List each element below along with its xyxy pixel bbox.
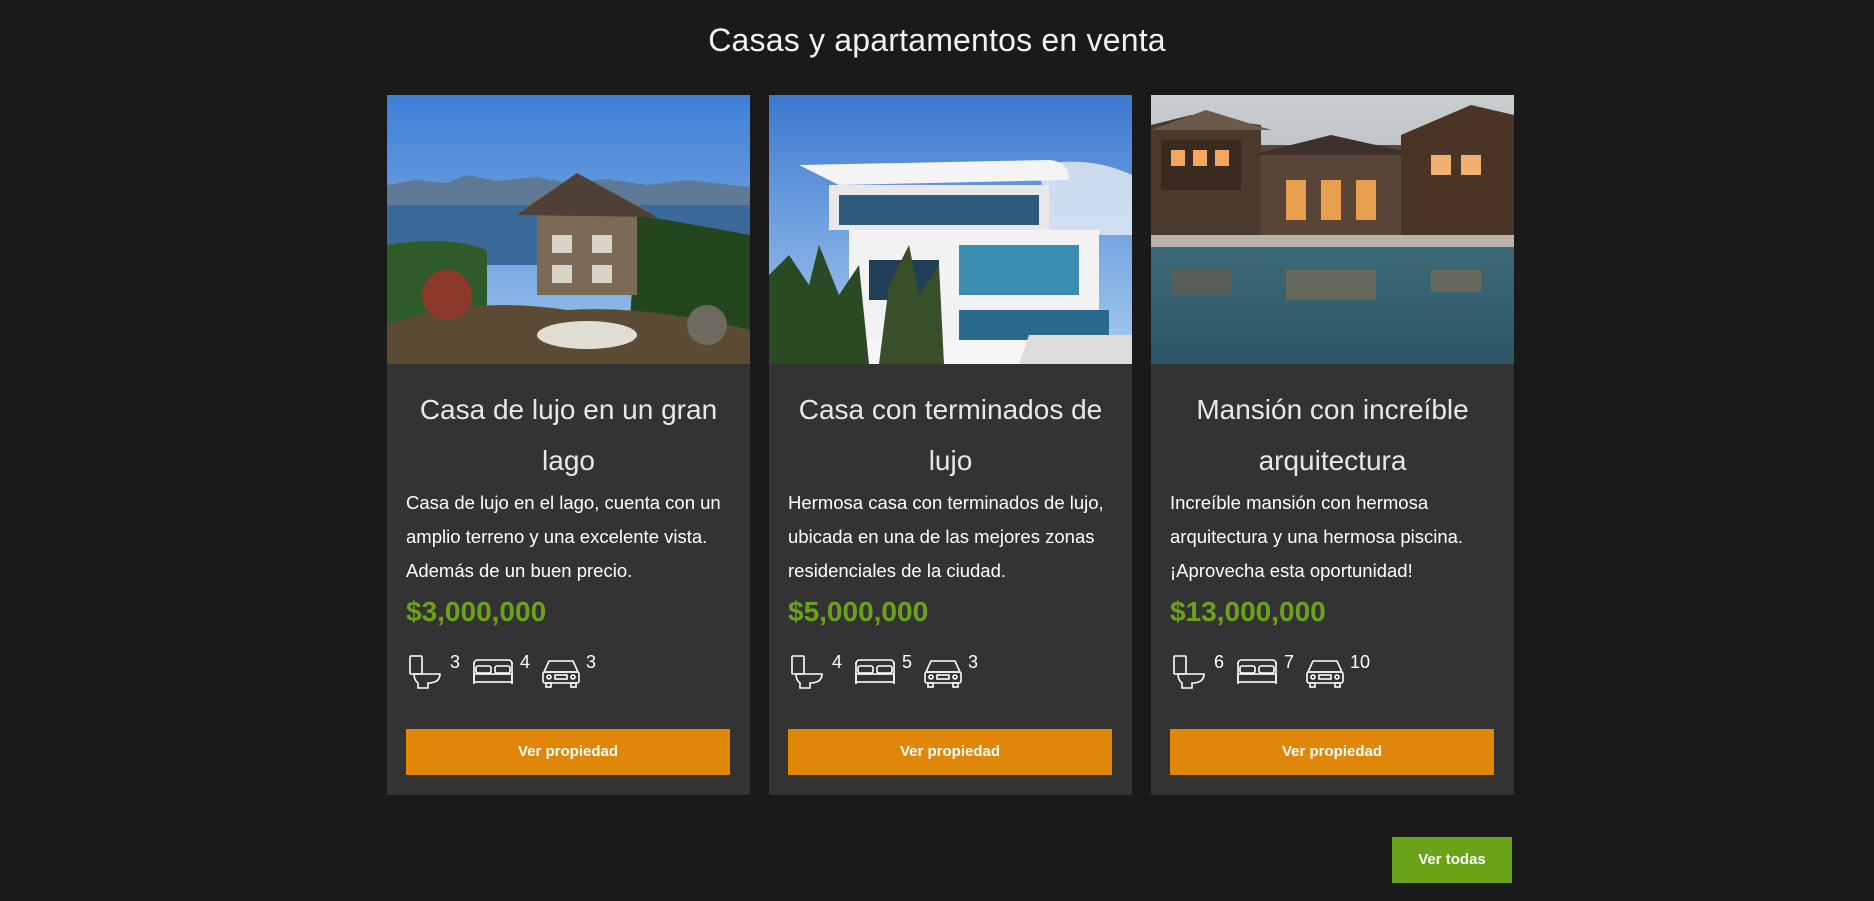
parking-feature: 3 xyxy=(922,652,978,692)
listings-grid: Casa de lujo en un gran lago Casa de luj… xyxy=(387,95,1514,795)
bed-icon xyxy=(470,652,516,692)
car-icon xyxy=(540,652,582,692)
bedrooms-count: 4 xyxy=(520,652,531,672)
bathrooms-count: 3 xyxy=(450,652,461,672)
listing-description: Increíble mansión con hermosa arquitectu… xyxy=(1170,492,1464,581)
listing-price: $3,000,000 xyxy=(406,596,547,627)
listing-price: $13,000,000 xyxy=(1170,596,1326,627)
listing-features: 4 5 3 xyxy=(769,652,1132,708)
bedrooms-feature: 7 xyxy=(1234,652,1294,692)
listing-description: Hermosa casa con terminados de lujo, ubi… xyxy=(788,492,1104,581)
listing-title: Casa con terminados de lujo xyxy=(798,394,1103,476)
bathrooms-feature: 6 xyxy=(1170,652,1224,692)
view-property-button[interactable]: Ver propiedad xyxy=(406,729,730,775)
bathrooms-feature: 4 xyxy=(788,652,842,692)
bathrooms-count: 4 xyxy=(832,652,843,672)
listing-description: Casa de lujo en el lago, cuenta con un a… xyxy=(406,492,721,581)
view-property-button[interactable]: Ver propiedad xyxy=(1170,729,1494,775)
parking-count: 3 xyxy=(586,652,597,672)
listing-title: Casa de lujo en un gran lago xyxy=(419,394,718,476)
bedrooms-count: 5 xyxy=(902,652,913,672)
bedrooms-count: 7 xyxy=(1284,652,1295,672)
parking-count: 10 xyxy=(1350,652,1371,672)
bedrooms-feature: 5 xyxy=(852,652,912,692)
listing-price: $5,000,000 xyxy=(788,596,929,627)
car-icon xyxy=(1304,652,1346,692)
listing-card: Mansión con increíble arquitectura Incre… xyxy=(1151,95,1514,795)
toilet-icon xyxy=(406,652,446,692)
mansion-pool-photo[interactable] xyxy=(1151,95,1514,364)
bed-icon xyxy=(852,652,898,692)
listing-card: Casa con terminados de lujo Hermosa casa… xyxy=(769,95,1132,795)
listing-card: Casa de lujo en un gran lago Casa de luj… xyxy=(387,95,750,795)
view-property-button[interactable]: Ver propiedad xyxy=(788,729,1112,775)
listing-features: 3 4 3 xyxy=(387,652,750,708)
section-title: Casas y apartamentos en venta xyxy=(708,22,1166,58)
listing-title: Mansión con increíble arquitectura xyxy=(1196,394,1469,476)
view-all-button[interactable]: Ver todas xyxy=(1392,837,1512,883)
lake-house-photo[interactable] xyxy=(387,95,750,364)
bathrooms-feature: 3 xyxy=(406,652,460,692)
parking-feature: 3 xyxy=(540,652,596,692)
bathrooms-count: 6 xyxy=(1214,652,1225,672)
parking-count: 3 xyxy=(968,652,979,672)
toilet-icon xyxy=(788,652,828,692)
bedrooms-feature: 4 xyxy=(470,652,530,692)
modern-house-photo[interactable] xyxy=(769,95,1132,364)
parking-feature: 10 xyxy=(1304,652,1370,692)
toilet-icon xyxy=(1170,652,1210,692)
listing-features: 6 7 10 xyxy=(1151,652,1514,708)
car-icon xyxy=(922,652,964,692)
bed-icon xyxy=(1234,652,1280,692)
